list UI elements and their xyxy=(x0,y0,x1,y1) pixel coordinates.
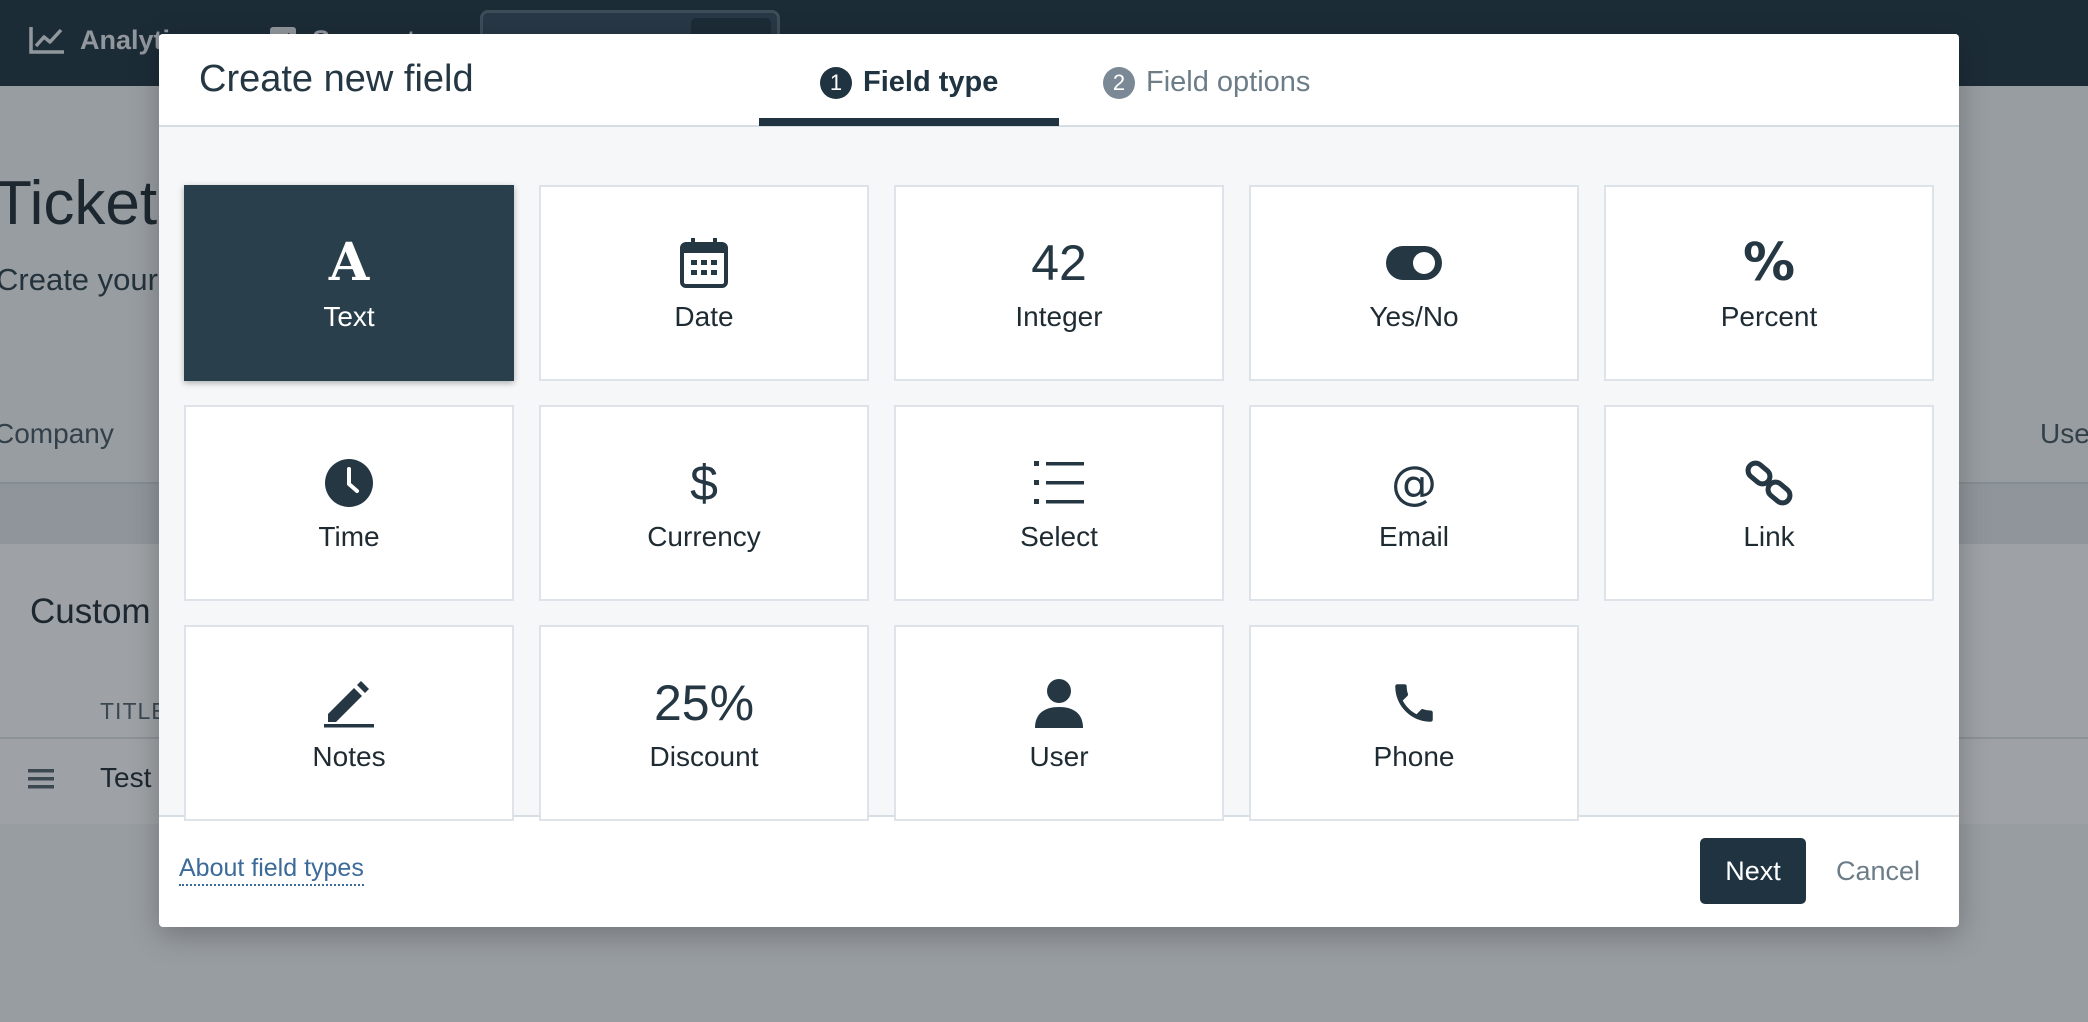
calendar-icon xyxy=(680,238,728,288)
active-step-indicator xyxy=(759,118,1059,126)
field-type-label: User xyxy=(1029,741,1089,772)
field-type-label: Link xyxy=(1743,521,1795,552)
field-type-notes[interactable]: Notes xyxy=(184,625,514,821)
field-type-label: Yes/No xyxy=(1369,301,1459,332)
field-type-select[interactable]: Select xyxy=(894,405,1224,601)
field-type-label: Date xyxy=(674,301,734,332)
percent-icon: % xyxy=(1742,233,1796,293)
field-type-discount[interactable]: 25% Discount xyxy=(539,625,869,821)
toggle-icon xyxy=(1386,246,1442,280)
modal-title: Create new field xyxy=(199,58,474,100)
field-type-time[interactable]: Time xyxy=(184,405,514,601)
about-field-types-link[interactable]: About field types xyxy=(179,854,364,886)
field-type-grid: A Text Date 42 Integer Yes/No % Percent … xyxy=(159,127,1959,821)
dollar-icon: $ xyxy=(690,455,718,511)
number-icon: 42 xyxy=(1031,235,1087,291)
next-button[interactable]: Next xyxy=(1700,838,1806,904)
field-type-email[interactable]: @ Email xyxy=(1249,405,1579,601)
field-type-label: Text xyxy=(323,301,375,332)
field-type-text[interactable]: A Text xyxy=(184,185,514,381)
link-icon xyxy=(1745,460,1793,506)
step-field-options[interactable]: 2 Field options xyxy=(1103,66,1310,99)
modal-header: Create new field 1 Field type 2 Field op… xyxy=(159,34,1959,127)
pencil-icon xyxy=(324,681,374,728)
phone-icon xyxy=(1395,684,1433,722)
field-type-user[interactable]: User xyxy=(894,625,1224,821)
step-label: Field options xyxy=(1146,66,1311,98)
text-icon: A xyxy=(328,232,370,293)
cancel-button[interactable]: Cancel xyxy=(1828,838,1928,904)
field-type-label: Select xyxy=(1020,521,1098,552)
field-type-label: Integer xyxy=(1015,301,1103,332)
field-type-link[interactable]: Link xyxy=(1604,405,1934,601)
step-label: Field type xyxy=(863,66,999,98)
create-field-modal: Create new field 1 Field type 2 Field op… xyxy=(159,34,1959,927)
field-type-date[interactable]: Date xyxy=(539,185,869,381)
step-number-badge: 1 xyxy=(820,66,852,99)
field-type-integer[interactable]: 42 Integer xyxy=(894,185,1224,381)
at-sign-icon: @ xyxy=(1391,456,1437,510)
field-type-label: Phone xyxy=(1373,741,1455,772)
step-number-badge: 2 xyxy=(1103,66,1135,99)
field-type-percent[interactable]: % Percent xyxy=(1604,185,1934,381)
field-type-label: Currency xyxy=(647,521,761,552)
field-type-label: Percent xyxy=(1720,301,1818,332)
field-type-currency[interactable]: $ Currency xyxy=(539,405,869,601)
field-type-label: Time xyxy=(318,521,380,552)
clock-icon xyxy=(325,459,373,507)
field-type-label: Notes xyxy=(312,741,386,772)
list-icon xyxy=(1034,461,1084,504)
step-field-type[interactable]: 1 Field type xyxy=(820,66,998,99)
discount-icon: 25% xyxy=(653,675,755,731)
field-type-yes-no[interactable]: Yes/No xyxy=(1249,185,1579,381)
field-type-label: Email xyxy=(1378,521,1449,552)
field-type-phone[interactable]: Phone xyxy=(1249,625,1579,821)
user-icon xyxy=(1035,679,1083,728)
field-type-label: Discount xyxy=(649,741,759,772)
